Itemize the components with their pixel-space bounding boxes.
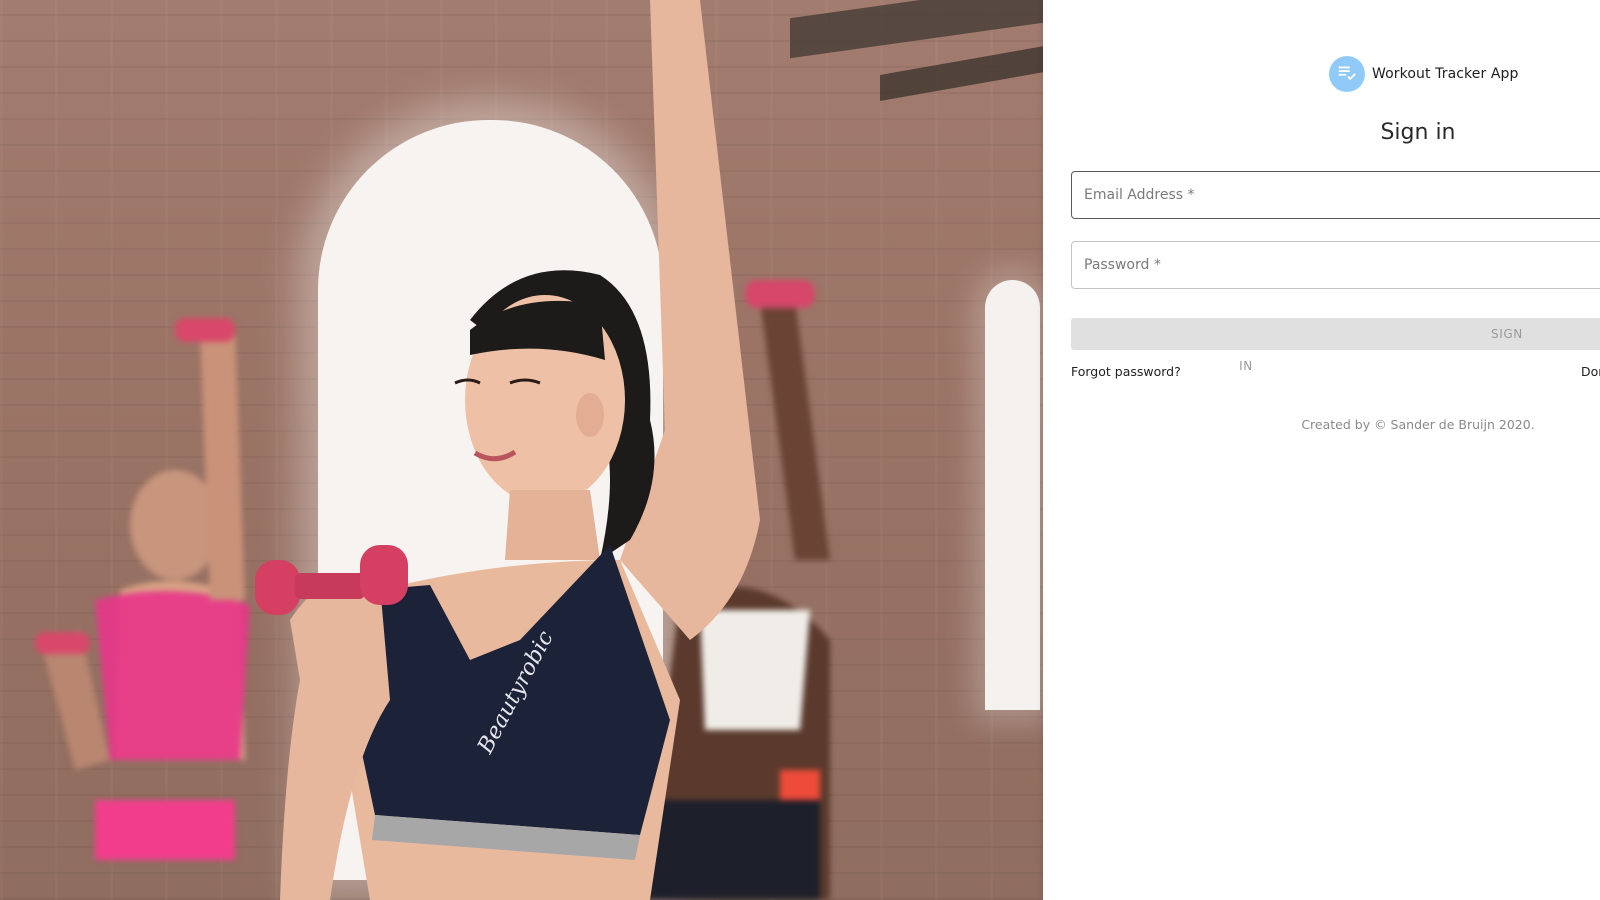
main-figure: Beautyrobic (255, 0, 760, 900)
sign-up-link[interactable]: Don (1581, 364, 1600, 379)
password-input[interactable] (1072, 242, 1600, 288)
signin-panel: Workout Tracker App Sign in SIGN IN Forg… (1043, 0, 1600, 900)
playlist-check-icon (1336, 61, 1358, 87)
forgot-password-link[interactable]: Forgot password? (1071, 364, 1181, 379)
app-name: Workout Tracker App (1372, 66, 1519, 82)
email-field[interactable] (1071, 171, 1600, 219)
copyright-footer: Created by © Sander de Bruijn 2020. (1301, 417, 1535, 432)
email-input[interactable] (1072, 172, 1600, 218)
brand: Workout Tracker App (1329, 56, 1519, 92)
hero-image: Beautyrobic (0, 0, 1043, 900)
password-field[interactable] (1071, 241, 1600, 289)
page-title: Sign in (1380, 120, 1456, 145)
sign-in-button[interactable]: SIGN IN (1071, 318, 1600, 373)
app-logo (1329, 56, 1365, 92)
